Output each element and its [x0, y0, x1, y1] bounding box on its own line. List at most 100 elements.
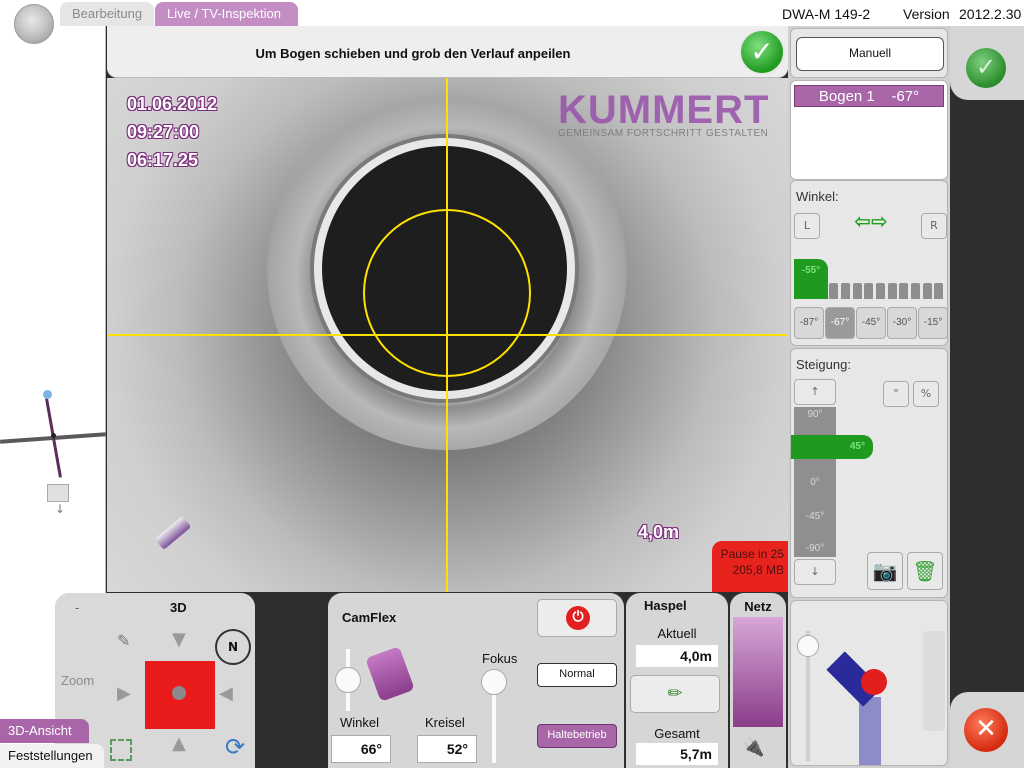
power-level-bar [733, 617, 783, 727]
close-icon: ✕ [964, 708, 1008, 752]
slope-degree-button[interactable]: ° [883, 381, 909, 407]
slope-down-button[interactable]: ↓ [794, 559, 836, 585]
compass-icon[interactable]: N [215, 629, 251, 665]
power-icon: ⏻ [566, 606, 590, 630]
osd-distance: 4,0m [638, 522, 680, 542]
angle-section: Winkel: L ⇦⇨ R -55° -87° -67° -45° -30° -15° [790, 180, 948, 346]
accept-button[interactable]: ✓ [950, 26, 1024, 100]
angle-scale-tick [899, 283, 909, 299]
slope-scale[interactable]: 90° 0° -45° -90° [794, 407, 836, 557]
bend-list: Bogen 1 -67° [790, 80, 948, 180]
manuell-button[interactable]: Manuell [796, 37, 944, 71]
angle-scale-tick [852, 283, 862, 299]
slope-scale-label: -90° [805, 543, 825, 554]
check-icon[interactable]: ✓ [739, 29, 785, 75]
edit-distance-button[interactable]: ✏ [630, 675, 720, 713]
pipe-node-icon [51, 433, 56, 438]
arrow-down-icon[interactable]: ▼ [172, 629, 186, 650]
instruction-text: Um Bogen schieben und grob den Verlauf a… [255, 46, 571, 61]
cancel-button[interactable]: ✕ [950, 692, 1024, 768]
angle-scale-tick [922, 283, 932, 299]
camera-head-preview [790, 600, 948, 766]
camera-angle-value: 66° [331, 735, 391, 763]
tilt-slider-knob[interactable] [335, 667, 361, 693]
angle-title: Winkel: [796, 189, 839, 204]
app-logo-icon[interactable] [14, 4, 54, 44]
arrow-down-icon: ↓ [55, 502, 66, 516]
slope-scale-label: 0° [810, 477, 820, 488]
version-value: 2012.2.30 [959, 6, 1022, 22]
fit-view-icon[interactable] [110, 739, 132, 761]
arrow-up-icon[interactable]: ▲ [172, 733, 186, 754]
tab-feststellungen[interactable]: Feststellungen [0, 744, 104, 768]
power-title: Netz [744, 599, 772, 614]
instruction-bar: Um Bogen schieben und grob den Verlauf a… [107, 26, 788, 78]
camera-head-icon [365, 646, 415, 702]
slope-scale-label: 90° [807, 409, 823, 420]
angle-preset-button[interactable]: -30° [887, 307, 917, 339]
zoom-label: Zoom [61, 673, 95, 688]
live-video-feed[interactable]: 01.06.2012 09:27:00 06:17.25 KUMMERT GEM… [107, 78, 788, 592]
brand-logo: KUMMERT [558, 88, 770, 132]
power-panel: Netz 🔌 [730, 593, 786, 768]
osd-time: 09:27:00 [127, 122, 200, 142]
bend-label: Bogen 1 [818, 88, 875, 105]
preview-ruler [923, 631, 945, 731]
preview-slider-knob[interactable] [797, 635, 819, 657]
preview-pipe [859, 697, 881, 765]
angle-preset-button[interactable]: -15° [918, 307, 948, 339]
tab-live-tv-inspektion[interactable]: Live / TV-Inspektion [155, 2, 298, 26]
right-panel: Manuell Bogen 1 -67° Winkel: L ⇦⇨ R -55°… [788, 26, 950, 768]
pencil-icon: ✏ [667, 683, 683, 704]
far-right-actions: ✓ ✕ [950, 26, 1024, 768]
pause-countdown: Pause in 25 [720, 547, 784, 561]
tab-3d-ansicht[interactable]: 3D-Ansicht [0, 719, 89, 743]
camflex-panel: CamFlex ⏻ Normal Haltebetrieb Fokus Wink… [328, 593, 624, 768]
angle-right-button[interactable]: R [921, 213, 947, 239]
recording-pause-badge[interactable]: Pause in 25 205,8 MB [712, 541, 788, 592]
slope-up-button[interactable]: ↑ [794, 379, 836, 405]
refresh-icon[interactable]: ⟳ [225, 733, 245, 761]
arrow-left-icon[interactable]: ◀ [219, 683, 233, 704]
angle-left-button[interactable]: L [794, 213, 820, 239]
reel-current-value: 4,0m [636, 645, 718, 667]
slope-percent-button[interactable]: % [913, 381, 939, 407]
normal-button[interactable]: Normal [537, 663, 617, 687]
arrow-right-icon[interactable]: ▶ [117, 683, 131, 704]
angle-preset-button[interactable]: -45° [856, 307, 886, 339]
angle-preset-button[interactable]: -67° [825, 307, 855, 339]
reel-title: Haspel [644, 598, 687, 613]
camera-position-icon [43, 390, 52, 399]
plug-icon: 🔌 [742, 737, 765, 758]
slope-marker[interactable]: 45° [791, 435, 873, 459]
zoom-out-label[interactable]: - [75, 601, 79, 615]
reel-current-label: Aktuell [657, 626, 697, 641]
angle-scale-tick [934, 283, 944, 299]
tab-bearbeitung[interactable]: Bearbeitung [60, 2, 154, 26]
gyro-label: Kreisel [425, 715, 465, 730]
angle-preset-button[interactable]: -87° [794, 307, 824, 339]
camera-icon[interactable]: 📷 [867, 552, 903, 590]
bend-angle: -67° [891, 88, 920, 105]
reel-total-label: Gesamt [654, 726, 700, 741]
power-level-fill [733, 617, 783, 727]
angle-marker[interactable]: -55° [794, 259, 828, 299]
angle-scale[interactable]: -55° [794, 259, 946, 299]
shaft-box-icon [47, 484, 69, 502]
slope-scale-label: -45° [805, 511, 825, 522]
recording-size: 205,8 MB [732, 563, 784, 577]
gyro-value: 52° [417, 735, 477, 763]
focus-slider-knob[interactable] [481, 669, 507, 695]
check-icon: ✓ [966, 48, 1006, 88]
camera-angle-label: Winkel [340, 715, 380, 730]
trash-icon[interactable]: 🗑 [907, 552, 943, 590]
edit-icon[interactable]: ✎ [117, 631, 130, 650]
angle-scale-tick [864, 283, 874, 299]
power-button[interactable]: ⏻ [537, 599, 617, 637]
haltebetrieb-button[interactable]: Haltebetrieb [537, 724, 617, 748]
preview-camera-head [861, 669, 887, 695]
left-right-arrows-icon: ⇦⇨ [854, 209, 888, 233]
3d-title: 3D [170, 600, 187, 615]
angle-scale-tick [829, 283, 839, 299]
bend-list-item[interactable]: Bogen 1 -67° [794, 85, 944, 107]
